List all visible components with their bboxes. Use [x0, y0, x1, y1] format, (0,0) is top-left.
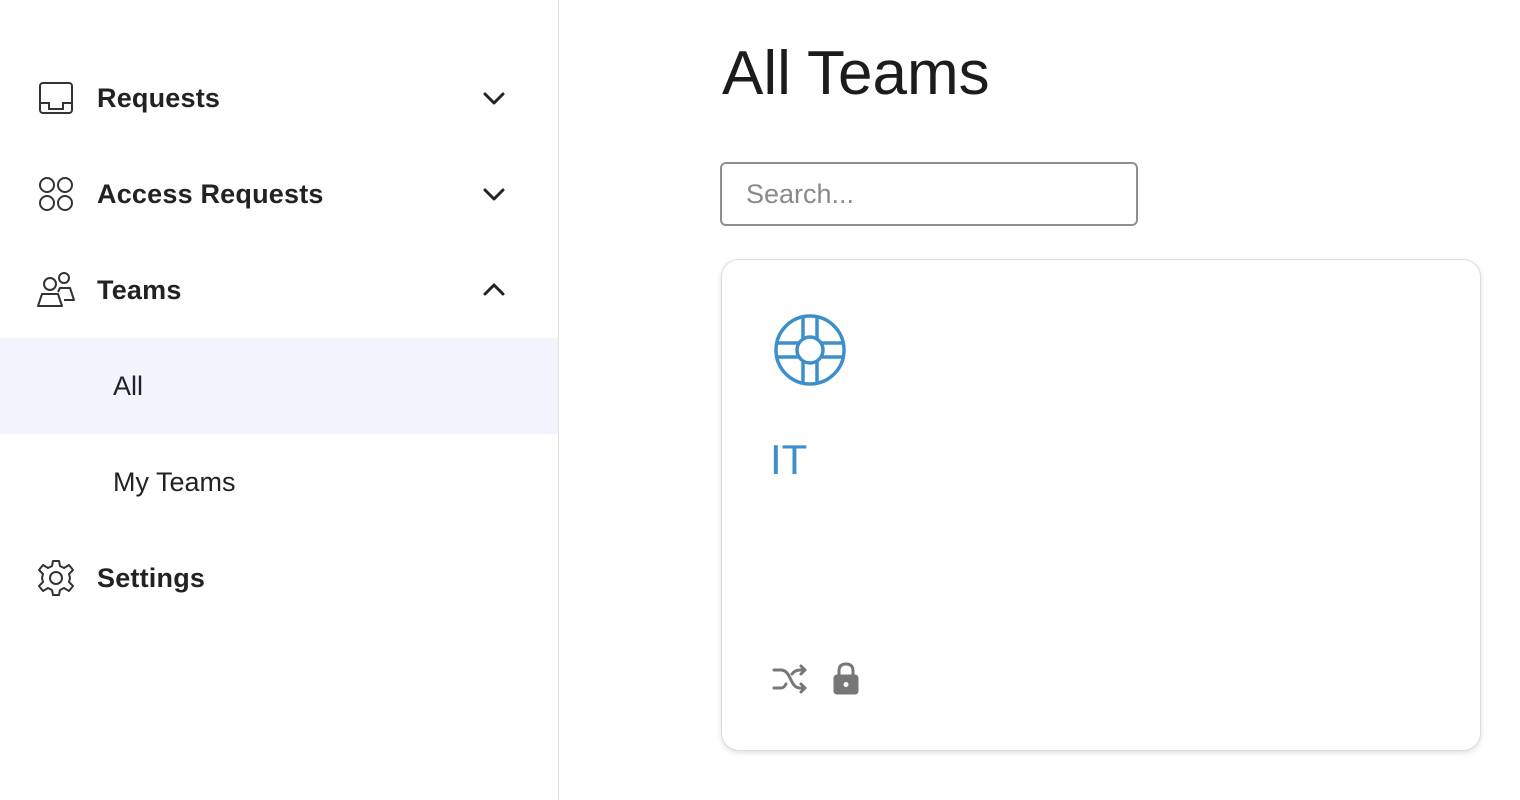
sidebar-item-access-requests[interactable]: Access Requests [0, 146, 558, 242]
sidebar-item-label: Settings [97, 562, 206, 593]
four-circles-icon [36, 174, 76, 214]
team-name: IT [770, 436, 808, 483]
sidebar-subitem-label: My Teams [113, 466, 236, 497]
page-title: All Teams [722, 39, 990, 108]
sidebar-item-settings[interactable]: Settings [0, 530, 558, 626]
team-card[interactable]: IT [721, 259, 1481, 751]
sidebar-item-label: Access Requests [97, 178, 324, 209]
sidebar-subitem-label: All [113, 370, 144, 401]
sidebar-subitem-all[interactable]: All [0, 338, 558, 434]
sidebar-subitem-my-teams[interactable]: My Teams [0, 434, 558, 530]
sidebar-item-requests[interactable]: Requests [0, 50, 558, 146]
sidebar: Requests Access Requests Teams All My Te… [0, 0, 559, 800]
people-icon [36, 270, 76, 310]
main-content: All Teams IT [560, 0, 1520, 800]
lifebuoy-icon [772, 312, 848, 388]
sidebar-item-teams[interactable]: Teams [0, 242, 558, 338]
shuffle-icon [772, 660, 808, 696]
sidebar-item-label: Teams [97, 274, 182, 305]
inbox-icon [36, 78, 76, 118]
chevron-up-icon[interactable] [478, 274, 510, 306]
search-input[interactable] [720, 162, 1138, 226]
gear-icon [36, 558, 76, 598]
chevron-down-icon[interactable] [478, 178, 510, 210]
lock-icon [828, 660, 864, 696]
sidebar-item-label: Requests [97, 82, 221, 113]
chevron-down-icon[interactable] [478, 82, 510, 114]
